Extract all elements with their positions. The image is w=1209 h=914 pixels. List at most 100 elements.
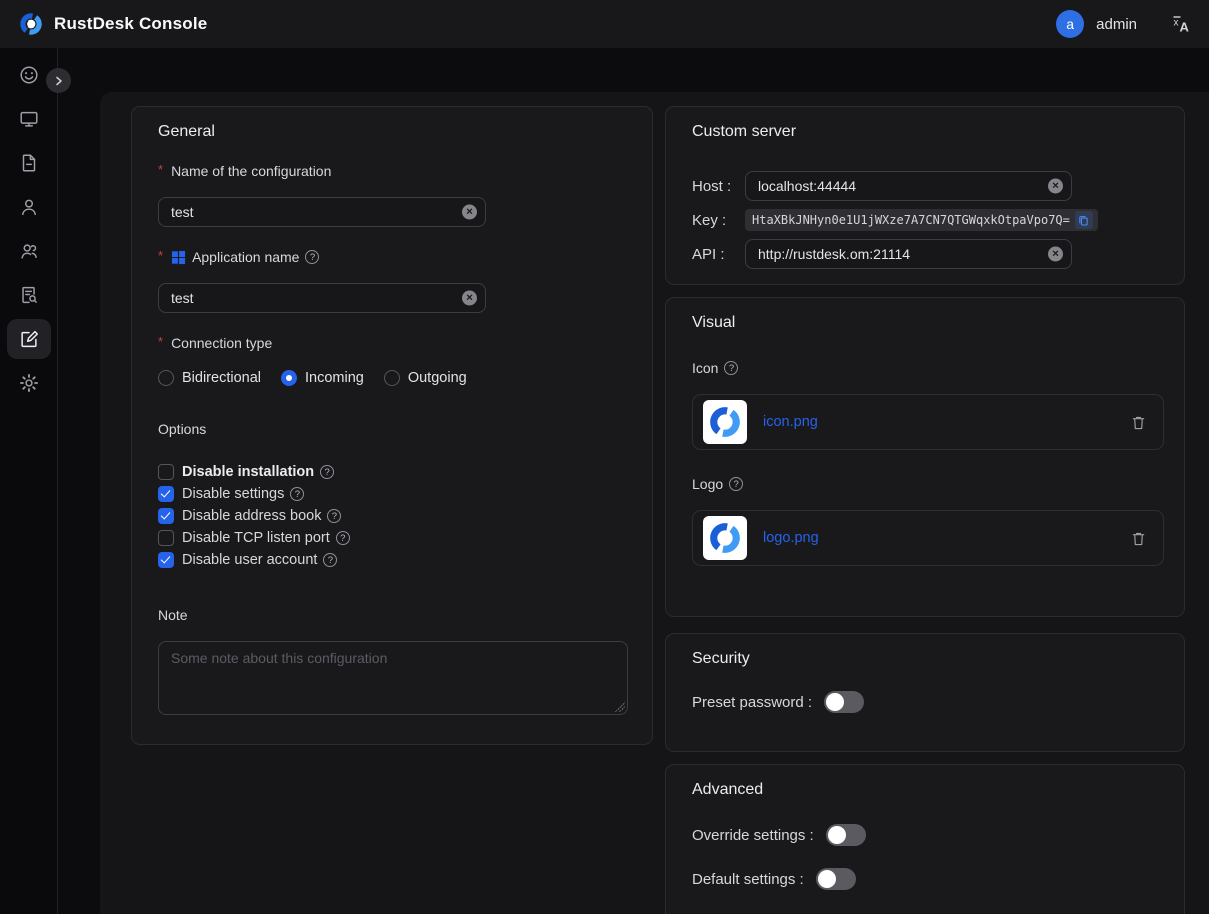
monitor-icon (18, 108, 40, 130)
checkbox-disable-settings[interactable]: Disable settings ? (158, 483, 626, 505)
preset-password-row: Preset password : (692, 690, 1158, 714)
radio-incoming[interactable]: Incoming (281, 370, 364, 386)
host-input[interactable] (745, 171, 1072, 201)
general-title: General (158, 123, 626, 143)
config-name-field: ✕ (158, 197, 486, 227)
trash-icon (1130, 530, 1147, 547)
api-row: API : ✕ (692, 239, 1158, 269)
options-label: Options (158, 419, 626, 439)
help-icon[interactable]: ? (320, 465, 334, 479)
advanced-card: Advanced Override settings : Default set… (665, 764, 1185, 914)
sidebar-item-settings[interactable] (7, 363, 51, 403)
logo-file-row: logo.png (692, 510, 1164, 566)
trash-icon (1130, 414, 1147, 431)
checkbox-icon[interactable] (158, 530, 174, 546)
icon-file-row: icon.png (692, 394, 1164, 450)
help-icon[interactable]: ? (323, 553, 337, 567)
clear-icon[interactable]: ✕ (1048, 179, 1063, 194)
note-textarea[interactable] (158, 641, 628, 715)
sidebar-item-documents[interactable] (7, 143, 51, 183)
host-row: Host : ✕ (692, 171, 1158, 201)
default-settings-toggle[interactable] (816, 868, 856, 890)
logo-file-link[interactable]: logo.png (763, 530, 819, 546)
top-bar: RustDesk Console a admin x A (0, 0, 1209, 48)
app-name-field: ✕ (158, 283, 486, 313)
key-value-chip: HtaXBkJNHyn0e1U1jWXze7A7CN7QTGWqxkOtpaVp… (745, 209, 1098, 231)
checkbox-disable-address-book[interactable]: Disable address book ? (158, 505, 626, 527)
checkbox-disable-tcp-listen-port[interactable]: Disable TCP listen port ? (158, 527, 626, 549)
checkbox-icon[interactable] (158, 486, 174, 502)
preset-password-toggle[interactable] (824, 691, 864, 713)
radio-bidirectional[interactable]: Bidirectional (158, 370, 261, 386)
config-name-input[interactable] (158, 197, 486, 227)
help-icon[interactable]: ? (305, 250, 319, 264)
help-icon[interactable]: ? (327, 509, 341, 523)
connection-type-label: * Connection type (158, 333, 626, 353)
delete-logo-button[interactable] (1130, 530, 1147, 547)
host-field: ✕ (745, 171, 1072, 201)
security-title: Security (692, 650, 1158, 670)
radio-circle-icon[interactable] (384, 370, 400, 386)
sidebar-collapse-button[interactable] (46, 68, 71, 93)
host-label: Host : (692, 178, 745, 195)
sidebar-item-users[interactable] (7, 187, 51, 227)
checkbox-icon[interactable] (158, 508, 174, 524)
custom-server-card: Custom server Host : ✕ Key : HtaXBkJNHyn… (665, 106, 1185, 285)
connection-type-radio-group: Bidirectional Incoming Outgoing (158, 369, 626, 387)
avatar[interactable]: a (1056, 10, 1084, 38)
sidebar-item-dashboard[interactable] (7, 55, 51, 95)
language-switch-button[interactable]: x A (1171, 14, 1191, 34)
radio-circle-icon[interactable] (281, 370, 297, 386)
checkbox-disable-installation[interactable]: Disable installation ? (158, 461, 626, 483)
override-settings-label: Override settings : (692, 827, 814, 844)
help-icon[interactable]: ? (724, 361, 738, 375)
app-title: RustDesk Console (54, 14, 207, 34)
override-settings-toggle[interactable] (826, 824, 866, 846)
sidebar-item-devices[interactable] (7, 99, 51, 139)
help-icon[interactable]: ? (336, 531, 350, 545)
toggle-knob (818, 870, 836, 888)
logo-thumbnail (703, 516, 747, 560)
sidebar-item-groups[interactable] (7, 231, 51, 271)
sidebar-item-audit-log[interactable] (7, 275, 51, 315)
rustdesk-logo-icon (707, 520, 743, 556)
toggle-knob (828, 826, 846, 844)
required-asterisk: * (158, 334, 163, 349)
username[interactable]: admin (1096, 16, 1137, 33)
app-name-input[interactable] (158, 283, 486, 313)
api-field: ✕ (745, 239, 1072, 269)
smiley-icon (18, 64, 40, 86)
copy-button[interactable] (1075, 211, 1093, 229)
icon-thumbnail (703, 400, 747, 444)
rustdesk-logo-icon (18, 11, 44, 37)
general-card: General * Name of the configuration ✕ * … (131, 106, 653, 745)
key-value: HtaXBkJNHyn0e1U1jWXze7A7CN7QTGWqxkOtpaVp… (752, 213, 1070, 227)
rustdesk-logo-icon (707, 404, 743, 440)
gear-icon (18, 372, 40, 394)
default-settings-label: Default settings : (692, 871, 804, 888)
delete-icon-button[interactable] (1130, 414, 1147, 431)
clear-icon[interactable]: ✕ (1048, 247, 1063, 262)
checkbox-icon[interactable] (158, 464, 174, 480)
api-input[interactable] (745, 239, 1072, 269)
note-field (158, 641, 628, 715)
radio-circle-icon[interactable] (158, 370, 174, 386)
document-search-icon (18, 284, 40, 306)
translate-icon: x A (1171, 14, 1191, 34)
api-label: API : (692, 246, 745, 263)
radio-outgoing[interactable]: Outgoing (384, 370, 467, 386)
checkbox-icon[interactable] (158, 552, 174, 568)
help-icon[interactable]: ? (290, 487, 304, 501)
sidebar-item-custom-clients[interactable] (7, 319, 51, 359)
help-icon[interactable]: ? (729, 477, 743, 491)
required-asterisk: * (158, 248, 163, 263)
user-group-icon (18, 240, 40, 262)
main-content: General * Name of the configuration ✕ * … (100, 92, 1209, 914)
toggle-knob (826, 693, 844, 711)
document-icon (18, 152, 40, 174)
icon-file-link[interactable]: icon.png (763, 414, 818, 430)
clear-icon[interactable]: ✕ (462, 291, 477, 306)
key-row: Key : HtaXBkJNHyn0e1U1jWXze7A7CN7QTGWqxk… (692, 209, 1158, 231)
checkbox-disable-user-account[interactable]: Disable user account ? (158, 549, 626, 571)
clear-icon[interactable]: ✕ (462, 205, 477, 220)
